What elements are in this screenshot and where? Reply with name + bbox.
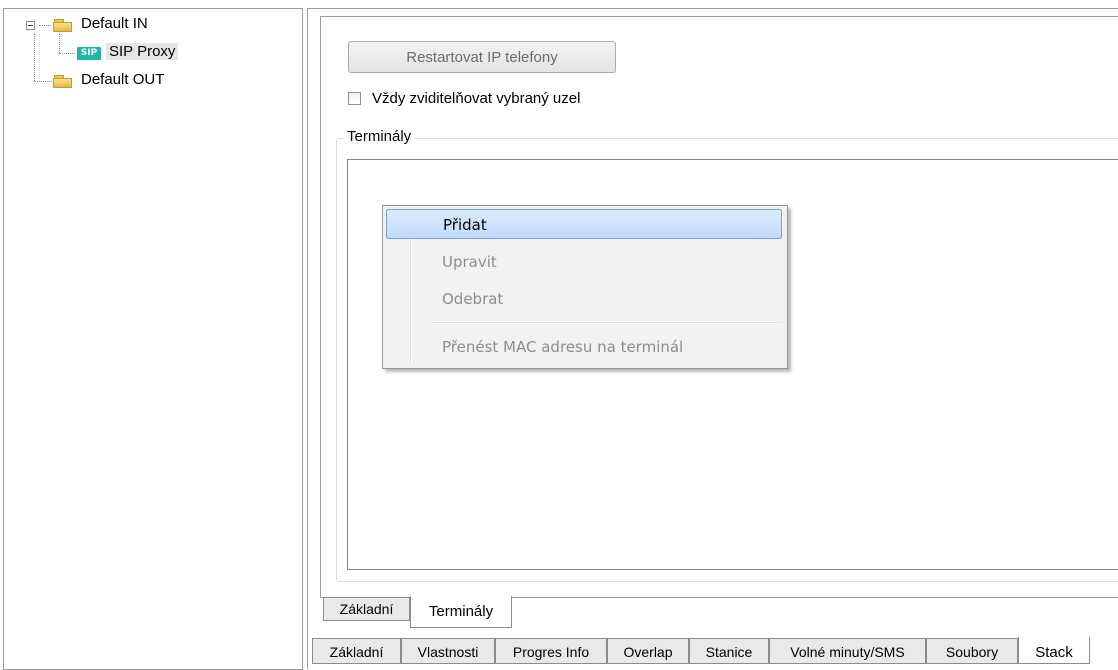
tab-vlastnosti[interactable]: Vlastnosti [401, 638, 495, 664]
menu-item-label: Upravit [442, 253, 497, 271]
menu-item-transfer-mac[interactable]: Přenést MAC adresu na terminál [386, 332, 782, 362]
tree-item-label: Default IN [81, 15, 148, 32]
tab-label: Vlastnosti [417, 644, 479, 660]
tree-item-label: SIP Proxy [106, 43, 179, 60]
always-visible-checkbox[interactable] [348, 92, 361, 105]
tree-connector [34, 33, 35, 81]
tab-label: Soubory [945, 644, 999, 660]
always-visible-label: Vždy zviditelňovat vybraný uzel [372, 90, 581, 107]
tab-stack[interactable]: Stack [1018, 637, 1090, 664]
tree-item-default-in[interactable]: Default IN [81, 14, 148, 34]
tree-connector [59, 53, 75, 54]
menu-item-label: Přenést MAC adresu na terminál [442, 338, 684, 356]
tab-terminaly-inner[interactable]: Terminály [410, 596, 512, 628]
tab-zakladni[interactable]: Základní [312, 638, 401, 664]
tab-label: Progres Info [512, 644, 590, 660]
tab-volne-minuty-sms[interactable]: Volné minuty/SMS [769, 638, 926, 664]
menu-item-edit[interactable]: Upravit [386, 247, 782, 277]
tree-connector [39, 25, 51, 26]
tab-soubory[interactable]: Soubory [926, 638, 1018, 664]
tab-label: Stack [1035, 644, 1073, 661]
folder-icon [53, 19, 73, 32]
tab-overlap[interactable]: Overlap [607, 638, 689, 664]
tab-progres-info[interactable]: Progres Info [495, 638, 607, 664]
tree-panel [3, 8, 303, 670]
tab-label: Volné minuty/SMS [790, 644, 905, 660]
folder-icon [53, 75, 73, 88]
restart-ip-phones-button[interactable]: Restartovat IP telefony [348, 41, 616, 73]
tree-connector [34, 81, 52, 82]
menu-item-add[interactable]: Přidat [386, 209, 782, 239]
tab-label: Terminály [428, 603, 494, 620]
menu-item-remove[interactable]: Odebrat [386, 284, 782, 314]
tree-item-default-out[interactable]: Default OUT [81, 70, 164, 90]
tab-label: Základní [329, 644, 384, 660]
tree-connector [59, 33, 60, 53]
sip-icon: SIP [77, 47, 101, 60]
terminals-groupbox-title: Terminály [344, 128, 415, 145]
tab-label: Overlap [623, 644, 673, 660]
tab-label: Základní [339, 601, 394, 617]
tree-item-label: Default OUT [81, 71, 165, 88]
tab-stanice[interactable]: Stanice [689, 638, 769, 664]
menu-separator [432, 322, 782, 324]
tab-zakladni-inner[interactable]: Základní [323, 597, 410, 621]
tree-item-sip-proxy[interactable]: SIP Proxy [106, 42, 179, 62]
tab-label: Stanice [705, 644, 753, 660]
menu-item-label: Přidat [443, 216, 487, 234]
context-menu: Přidat Upravit Odebrat Přenést MAC adres… [382, 205, 788, 369]
tree-collapse-icon[interactable] [26, 21, 35, 30]
menu-item-label: Odebrat [442, 290, 504, 308]
